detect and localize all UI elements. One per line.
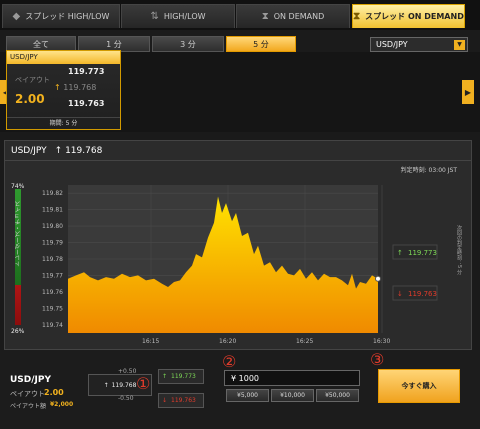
carousel-next-icon[interactable]: ▶ [462,80,474,104]
bottom-payamount-value: ¥2,000 [50,401,74,408]
y-tick-label: 119.75 [42,305,63,312]
card-current-rate: ↑ 119.768 [54,83,96,92]
option-card[interactable]: USD/JPY ペイアウト 2.00 119.773 ↑ 119.768 119… [6,50,121,130]
x-tick-label: 16:25 [296,338,313,345]
card-current-value: 119.768 [63,83,97,92]
current-rate-value: 119.768 [111,381,137,389]
tab-spread-on-demand[interactable]: ⧗ スプレッド ON DEMAND [352,4,465,28]
card-pair: USD/JPY [7,51,120,64]
y-tick-label: 119.80 [42,223,63,230]
tab-spread-highlow[interactable]: ◆ スプレッド HIGH/LOW [2,4,120,28]
high-button-label: 119.773 [171,373,196,380]
y-tick-label: 119.77 [42,272,63,279]
updown-icon: ⇅ [150,11,159,22]
plus-spread: +0.50 [118,368,137,375]
card-payout-label: ペイアウト [15,76,50,84]
high-marker-label: 119.773 [408,249,437,257]
amount-input[interactable]: ¥ 1000 [224,370,360,386]
tab-label: ON DEMAND [273,12,325,21]
tab-highlow[interactable]: ⇅ HIGH/LOW [121,4,235,28]
card-period: 期間: 5 分 [7,117,120,129]
down-arrow-icon: ↓ [162,397,168,404]
tab-on-demand[interactable]: ⧗ ON DEMAND [236,4,350,28]
low-button[interactable]: ↓ 119.763 [158,393,204,408]
low-marker-label: 119.763 [408,290,437,298]
tab-label: HIGH/LOW [163,12,206,21]
buy-now-button[interactable]: 今すぐ購入 [378,369,460,403]
pair-select-value: USD/JPY [376,40,408,49]
chart-panel: USD/JPY ↑ 119.768 判定時刻: 03:00 JST 74% 26… [4,140,472,350]
last-price-point [375,275,381,282]
y-tick-label: 119.79 [42,240,63,247]
chevron-down-icon: ▼ [454,40,465,50]
minus-spread: -0.50 [118,395,134,402]
diamond-icon: ◆ [12,11,21,22]
time-tab-3min[interactable]: 3 分 [152,36,224,52]
marker-3: ③ [370,350,385,369]
tab-label: スプレッド HIGH/LOW [25,12,110,21]
tab-label: スプレッド ON DEMAND [365,12,464,21]
hourglass-icon: ⧗ [353,11,361,22]
y-tick-label: 119.74 [42,322,63,329]
bottom-payout-value: 2.00 [44,388,64,397]
top-tab-bar: ◆ スプレッド HIGH/LOW ⇅ HIGH/LOW ⧗ ON DEMAND … [0,0,480,30]
card-payout-value: 2.00 [15,92,45,106]
up-arrow-icon: ↑ [54,83,61,92]
high-marker-arrow-icon: ↑ [397,249,403,257]
quick-amount-5000[interactable]: ¥5,000 [226,389,269,402]
low-button-label: 119.763 [171,397,196,404]
x-tick-label: 16:20 [219,338,236,345]
card-high-rate: 119.773 [68,67,105,76]
pair-select[interactable]: USD/JPY ▼ [370,37,468,52]
y-tick-label: 119.76 [42,289,63,296]
quick-amount-50000[interactable]: ¥50,000 [316,389,359,402]
y-tick-label: 119.78 [42,256,63,263]
card-low-rate: 119.763 [68,99,105,108]
bottom-payout-label: ペイアウト [10,390,45,398]
y-tick-label: 119.81 [42,207,63,214]
marker-2: ② [222,352,237,371]
y-tick-label: 119.82 [42,190,63,197]
hourglass-icon: ⧗ [261,11,269,22]
up-arrow-icon: ↑ [103,381,109,389]
x-tick-label: 16:15 [142,338,159,345]
bottom-pair: USD/JPY [10,375,52,385]
marker-1: ① [136,374,151,393]
low-marker-arrow-icon: ↓ [397,290,403,298]
up-arrow-icon: ↑ [162,373,168,380]
price-chart: 119.82 119.81 119.80 119.79 119.78 119.77 119.… [42,185,438,345]
time-tab-5min[interactable]: 5 分 [226,36,296,52]
bottom-payamount-label: ペイアウト額 [10,403,47,410]
x-tick-label: 16:30 [373,338,390,345]
high-button[interactable]: ↑ 119.773 [158,369,204,384]
quick-amount-10000[interactable]: ¥10,000 [271,389,314,402]
